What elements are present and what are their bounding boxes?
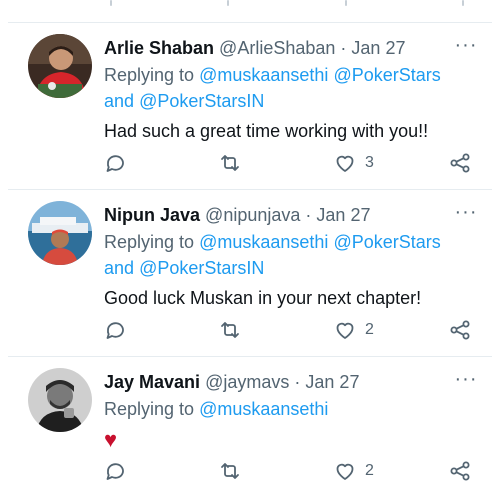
heart-icon (336, 155, 354, 172)
retweet-button[interactable] (218, 315, 242, 345)
tweet-header: Arlie Shaban @ArlieShaban · Jan 27 (104, 36, 484, 60)
reply-icon (106, 322, 124, 339)
share-button[interactable] (448, 456, 472, 486)
share-button[interactable] (448, 148, 472, 178)
mention-link[interactable]: @PokerStarsIN (139, 258, 264, 278)
replying-prefix: Replying to (104, 232, 195, 252)
mention-link[interactable]: @muskaansethi (199, 65, 328, 85)
separator: · (294, 372, 301, 392)
avatar-image (28, 34, 92, 98)
display-name[interactable]: Arlie Shaban (104, 38, 214, 58)
timestamp[interactable]: Jan 27 (316, 205, 370, 225)
action-icon-remnant (345, 0, 347, 6)
timestamp[interactable]: Jan 27 (351, 38, 405, 58)
like-count: 3 (365, 154, 374, 171)
handle[interactable]: @ArlieShaban (219, 38, 335, 58)
like-count: 2 (365, 462, 374, 479)
separator: · (305, 205, 312, 225)
mention-link[interactable]: @muskaansethi (199, 399, 328, 419)
tweet-text: Had such a great time working with you!! (104, 121, 429, 141)
mention-link[interactable]: @PokerStarsIN (139, 91, 264, 111)
more-options-icon[interactable]: ··· (452, 369, 480, 390)
timestamp[interactable]: Jan 27 (305, 372, 359, 392)
action-icon-remnant (462, 0, 464, 6)
retweet-icon (221, 322, 239, 338)
reply-icon (106, 155, 124, 172)
mention-link[interactable]: @PokerStars (333, 65, 440, 85)
more-options-icon[interactable]: ··· (452, 35, 480, 56)
replying-prefix: Replying to (104, 399, 195, 419)
heart-icon (336, 322, 354, 339)
tweet-body: Nipun Java @nipunjava · Jan 27 Replying … (104, 203, 484, 311)
avatar[interactable] (28, 201, 92, 265)
handle[interactable]: @jaymavs (205, 372, 289, 392)
action-bar: 2 (0, 315, 500, 345)
retweet-button[interactable] (218, 456, 242, 486)
display-name[interactable]: Jay Mavani (104, 372, 200, 392)
tweet-body: Jay Mavani @jaymavs · Jan 27 Replying to… (104, 370, 484, 454)
tweet-header: Nipun Java @nipunjava · Jan 27 (104, 203, 484, 227)
share-icon (450, 153, 470, 173)
retweet-icon (221, 155, 239, 171)
separator: · (340, 38, 347, 58)
avatar[interactable] (28, 34, 92, 98)
like-count: 2 (365, 321, 374, 338)
action-bar: 3 (0, 148, 500, 178)
handle[interactable]: @nipunjava (205, 205, 300, 225)
action-bar: 2 (0, 456, 500, 486)
tweet-text: Good luck Muskan in your next chapter! (104, 288, 422, 308)
avatar-image (28, 201, 92, 265)
display-name[interactable]: Nipun Java (104, 205, 200, 225)
share-icon (450, 461, 470, 481)
tweet-body: Arlie Shaban @ArlieShaban · Jan 27 Reply… (104, 36, 484, 144)
and-word: and (104, 91, 135, 111)
and-word: and (104, 258, 135, 278)
share-button[interactable] (448, 315, 472, 345)
replying-to: Replying to @muskaansethi @PokerStars an… (104, 62, 484, 114)
avatar[interactable] (28, 368, 92, 432)
action-icon-remnant (110, 0, 112, 6)
retweet-icon (221, 463, 239, 479)
more-options-icon[interactable]: ··· (452, 202, 480, 223)
retweet-button[interactable] (218, 148, 242, 178)
heart-emoji: ♥ (104, 427, 118, 452)
replying-to: Replying to @muskaansethi @PokerStars an… (104, 229, 484, 281)
share-icon (450, 320, 470, 340)
tweet[interactable]: Nipun Java @nipunjava · Jan 27 Replying … (0, 189, 500, 357)
replying-prefix: Replying to (104, 65, 195, 85)
like-button[interactable]: 2 (333, 456, 374, 486)
top-strip (0, 0, 500, 22)
tweet[interactable]: Jay Mavani @jaymavs · Jan 27 Replying to… (0, 356, 500, 500)
action-icon-remnant (227, 0, 229, 6)
like-button[interactable]: 3 (333, 148, 374, 178)
replying-to: Replying to @muskaansethi (104, 396, 484, 422)
reply-button[interactable] (103, 456, 127, 486)
reply-icon (106, 463, 124, 480)
mention-link[interactable]: @PokerStars (333, 232, 440, 252)
reply-button[interactable] (103, 148, 127, 178)
mention-link[interactable]: @muskaansethi (199, 232, 328, 252)
tweet[interactable]: Arlie Shaban @ArlieShaban · Jan 27 Reply… (0, 22, 500, 190)
heart-icon (336, 463, 354, 480)
avatar-image (28, 368, 92, 432)
like-button[interactable]: 2 (333, 315, 374, 345)
tweet-header: Jay Mavani @jaymavs · Jan 27 (104, 370, 484, 394)
reply-button[interactable] (103, 315, 127, 345)
